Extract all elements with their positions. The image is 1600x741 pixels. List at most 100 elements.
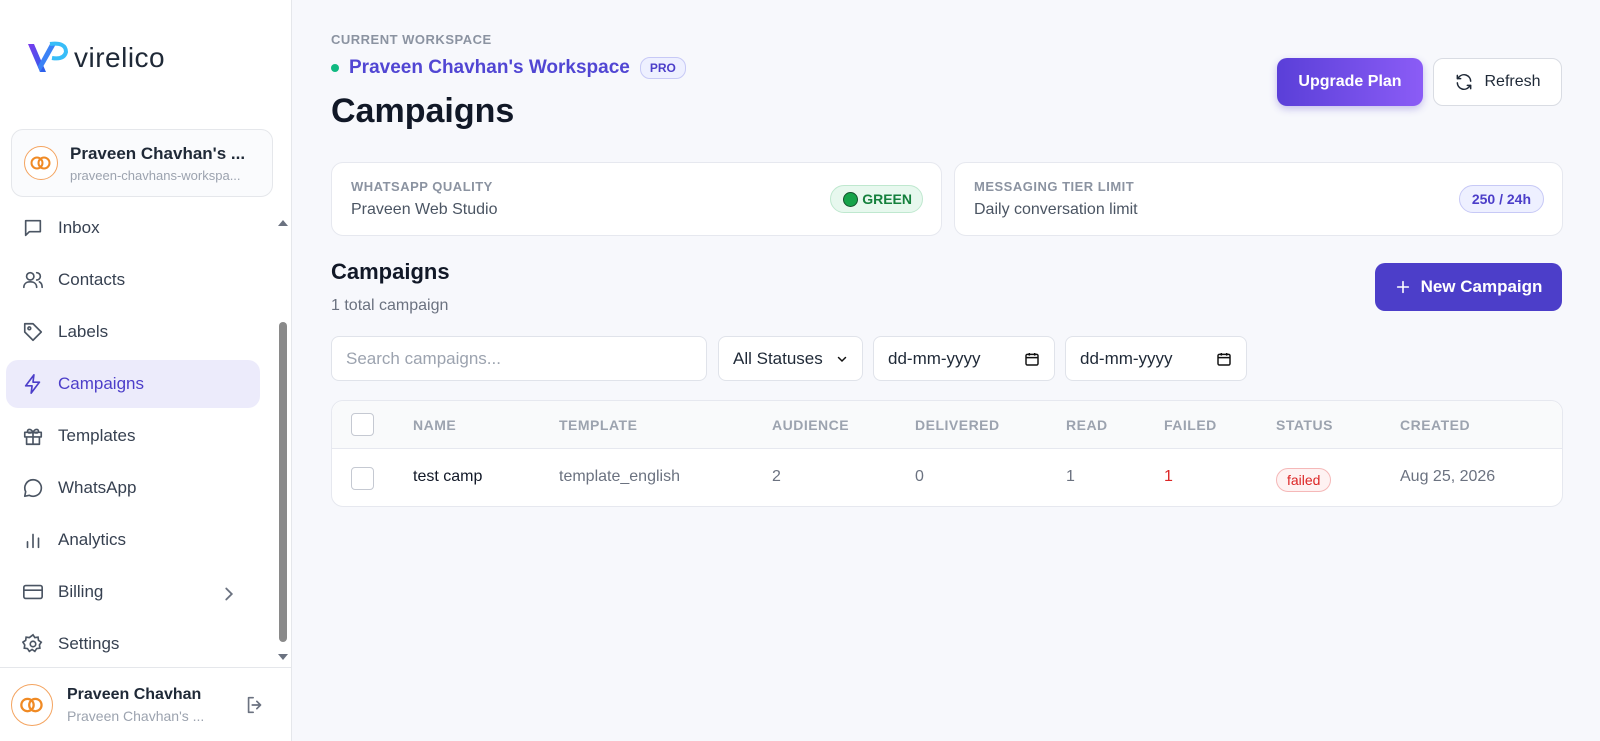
status-badge: failed — [1276, 468, 1332, 492]
campaign-read: 1 — [1066, 468, 1075, 485]
campaign-failed: 1 — [1164, 468, 1173, 485]
date-from-input[interactable]: dd-mm-yyyy — [873, 336, 1055, 381]
messaging-tier-card: MESSAGING TIER LIMIT Daily conversation … — [954, 162, 1563, 236]
campaign-name[interactable]: test camp — [413, 468, 482, 486]
campaign-delivered: 0 — [915, 468, 924, 485]
sidebar-nav: Inbox Contacts Labels Campaigns Template… — [6, 204, 260, 672]
sidebar-item-contacts[interactable]: Contacts — [6, 256, 260, 304]
refresh-icon — [1457, 73, 1472, 91]
sidebar-item-billing[interactable]: Billing — [6, 568, 260, 616]
logo-mark-icon — [28, 41, 69, 72]
chevron-down-icon — [837, 356, 847, 362]
gear-icon — [22, 633, 43, 653]
sidebar-item-label: Templates — [58, 426, 136, 445]
logout-icon[interactable] — [244, 694, 266, 716]
workspace-slug: praveen-chavhans-workspa... — [70, 167, 241, 183]
logo-text: virelico — [74, 42, 166, 73]
bolt-icon — [24, 374, 41, 394]
scroll-up-arrow-icon[interactable] — [278, 220, 288, 226]
section-title: Campaigns — [331, 259, 450, 284]
column-header-read[interactable]: READ — [1066, 417, 1108, 433]
campaign-count: 1 total campaign — [331, 297, 449, 314]
search-input[interactable] — [331, 336, 707, 381]
chevron-right-icon — [225, 587, 234, 601]
plus-icon — [1396, 280, 1409, 294]
logo[interactable]: virelico — [26, 40, 165, 76]
user-avatar[interactable] — [11, 683, 53, 726]
current-workspace-label: CURRENT WORKSPACE — [331, 32, 492, 47]
campaign-created: Aug 25, 2026 — [1400, 468, 1496, 485]
page-title: Campaigns — [331, 92, 515, 130]
campaigns-table: NAME TEMPLATE AUDIENCE DELIVERED READ FA… — [331, 400, 1563, 507]
workspace-title-link[interactable]: Praveen Chavhan's Workspace — [349, 57, 630, 79]
table-header: NAME TEMPLATE AUDIENCE DELIVERED READ FA… — [332, 401, 1562, 449]
tier-limit-badge: 250 / 24h — [1458, 185, 1544, 213]
column-header-audience[interactable]: AUDIENCE — [772, 417, 849, 433]
sidebar-item-label: Analytics — [58, 530, 127, 549]
column-header-failed[interactable]: FAILED — [1164, 417, 1217, 433]
workspace-indicator: Praveen Chavhan's Workspace PRO — [331, 57, 686, 79]
inbox-icon — [24, 219, 42, 237]
workspace-switcher[interactable]: Praveen Chavhan's ... praveen-chavhans-w… — [11, 129, 273, 197]
status-filter-value: All Statuses — [733, 348, 823, 368]
date-to-placeholder: dd-mm-yyyy — [1080, 348, 1173, 368]
scrollbar-thumb[interactable] — [279, 322, 287, 642]
sidebar-scrollbar[interactable] — [278, 220, 288, 660]
green-dot-icon — [843, 191, 859, 207]
user-logo-icon — [20, 697, 43, 712]
new-campaign-button[interactable]: New Campaign — [1375, 263, 1562, 311]
campaign-template: template_english — [559, 468, 680, 485]
date-from-placeholder: dd-mm-yyyy — [888, 348, 981, 368]
column-header-template[interactable]: TEMPLATE — [559, 417, 637, 433]
user-workspace: Praveen Chavhan's ... — [67, 707, 205, 724]
quality-status-badge: GREEN — [830, 185, 923, 213]
sidebar-item-label: Campaigns — [58, 374, 144, 393]
refresh-button[interactable]: Refresh — [1433, 58, 1562, 106]
refresh-label: Refresh — [1484, 73, 1541, 90]
sidebar-item-inbox[interactable]: Inbox — [6, 204, 260, 252]
sidebar-item-label: WhatsApp — [58, 478, 137, 497]
column-header-created[interactable]: CREATED — [1400, 417, 1470, 433]
status-filter-select[interactable]: All Statuses — [718, 336, 863, 381]
credit-card-icon — [23, 584, 43, 600]
gift-icon — [23, 428, 43, 446]
scroll-down-arrow-icon[interactable] — [278, 654, 288, 660]
select-all-checkbox[interactable] — [351, 413, 374, 436]
workspace-name: Praveen Chavhan's ... — [70, 143, 246, 163]
column-header-status[interactable]: STATUS — [1276, 417, 1333, 433]
column-header-name[interactable]: NAME — [413, 417, 456, 433]
card-label: MESSAGING TIER LIMIT — [974, 179, 1135, 194]
label-icon — [23, 322, 43, 342]
quality-status-text: GREEN — [862, 191, 912, 207]
whatsapp-quality-card: WHATSAPP QUALITY Praveen Web Studio GREE… — [331, 162, 942, 236]
workspace-avatar — [24, 146, 58, 180]
contacts-icon — [23, 271, 43, 289]
sidebar-item-label: Inbox — [58, 218, 100, 237]
chat-icon — [23, 478, 43, 498]
new-campaign-label: New Campaign — [1420, 277, 1543, 296]
sidebar-item-campaigns[interactable]: Campaigns — [6, 360, 260, 408]
plan-badge: PRO — [639, 57, 686, 79]
row-checkbox[interactable] — [351, 467, 374, 490]
sidebar-item-label: Settings — [58, 634, 120, 653]
sidebar-item-whatsapp[interactable]: WhatsApp — [6, 464, 260, 512]
sidebar-item-analytics[interactable]: Analytics — [6, 516, 260, 564]
bar-chart-icon — [26, 533, 40, 549]
status-dot — [331, 64, 339, 72]
column-header-delivered[interactable]: DELIVERED — [915, 417, 1000, 433]
date-to-input[interactable]: dd-mm-yyyy — [1065, 336, 1247, 381]
sidebar-item-label: Billing — [58, 582, 104, 601]
card-value: Daily conversation limit — [974, 201, 1138, 218]
calendar-icon — [1217, 352, 1231, 366]
sidebar-item-labels[interactable]: Labels — [6, 308, 260, 356]
upgrade-plan-button[interactable]: Upgrade Plan — [1277, 58, 1423, 106]
sidebar: virelico Praveen Chavhan's ... praveen-c… — [0, 0, 292, 741]
sidebar-item-templates[interactable]: Templates — [6, 412, 260, 460]
sidebar-item-settings[interactable]: Settings — [6, 620, 260, 668]
calendar-icon — [1025, 352, 1039, 366]
sidebar-item-label: Contacts — [58, 270, 126, 289]
sidebar-item-label: Labels — [58, 322, 109, 341]
user-profile: Praveen Chavhan Praveen Chavhan's ... — [0, 667, 292, 741]
workspace-logo-icon — [30, 156, 51, 170]
campaign-audience: 2 — [772, 468, 781, 485]
